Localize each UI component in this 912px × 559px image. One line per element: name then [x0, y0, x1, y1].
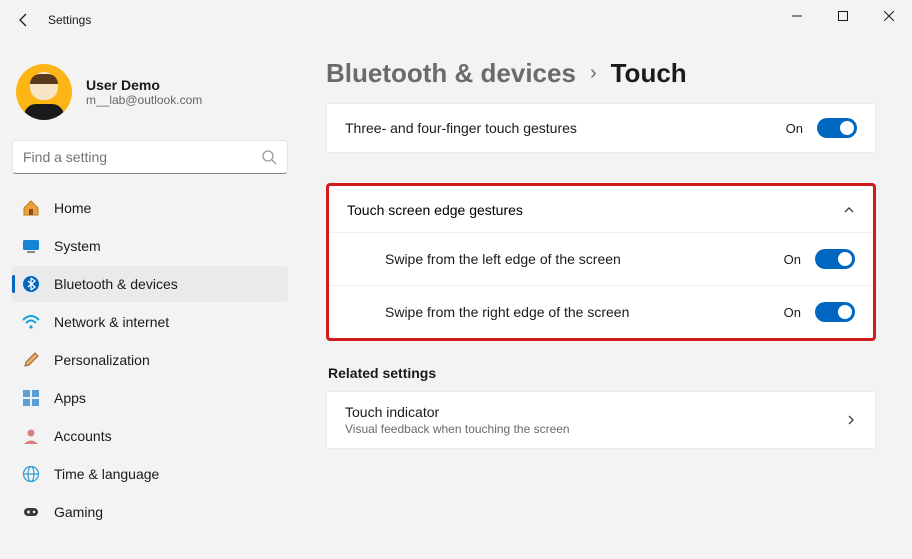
wifi-icon: [22, 313, 40, 331]
breadcrumb-parent[interactable]: Bluetooth & devices: [326, 58, 576, 89]
user-name: User Demo: [86, 77, 202, 93]
search-icon: [261, 149, 277, 165]
back-button[interactable]: [4, 0, 44, 40]
sidebar-item-time-language[interactable]: Time & language: [12, 456, 288, 492]
sidebar-item-personalization[interactable]: Personalization: [12, 342, 288, 378]
sidebar-item-apps[interactable]: Apps: [12, 380, 288, 416]
nav-label: Time & language: [54, 466, 159, 482]
breadcrumb-current: Touch: [611, 58, 687, 89]
window-title: Settings: [48, 13, 91, 27]
setting-multifinger: Three- and four-finger touch gestures On: [326, 103, 876, 153]
search-input[interactable]: [23, 149, 261, 165]
user-block[interactable]: User Demo m__lab@outlook.com: [16, 64, 288, 120]
nav-label: Bluetooth & devices: [54, 276, 178, 292]
related-title: Touch indicator: [345, 404, 570, 420]
home-icon: [22, 199, 40, 217]
user-email: m__lab@outlook.com: [86, 93, 202, 107]
setting-label: Three- and four-finger touch gestures: [345, 120, 577, 136]
sidebar-item-system[interactable]: System: [12, 228, 288, 264]
setting-swipe-right: Swipe from the right edge of the screen …: [329, 286, 873, 338]
nav-label: Gaming: [54, 504, 103, 520]
toggle-swipe-right[interactable]: [815, 302, 855, 322]
nav-label: Home: [54, 200, 91, 216]
sidebar-item-accounts[interactable]: Accounts: [12, 418, 288, 454]
sidebar: User Demo m__lab@outlook.com Home System…: [0, 40, 300, 559]
sidebar-item-gaming[interactable]: Gaming: [12, 494, 288, 530]
expander-title: Touch screen edge gestures: [347, 202, 523, 218]
chevron-right-icon: [845, 414, 857, 426]
highlighted-section: Touch screen edge gestures Swipe from th…: [326, 183, 876, 341]
nav-label: Apps: [54, 390, 86, 406]
setting-label: Swipe from the right edge of the screen: [385, 304, 629, 320]
content: Bluetooth & devices › Touch Three- and f…: [300, 40, 912, 559]
chevron-right-icon: ›: [590, 62, 597, 85]
apps-icon: [22, 389, 40, 407]
avatar: [16, 64, 72, 120]
gaming-icon: [22, 503, 40, 521]
setting-swipe-left: Swipe from the left edge of the screen O…: [329, 233, 873, 285]
toggle-state-label: On: [784, 252, 801, 267]
expander-edge-gestures[interactable]: Touch screen edge gestures: [329, 186, 873, 232]
sidebar-item-bluetooth-devices[interactable]: Bluetooth & devices: [12, 266, 288, 302]
brush-icon: [22, 351, 40, 369]
system-icon: [22, 237, 40, 255]
related-subtitle: Visual feedback when touching the screen: [345, 422, 570, 436]
globe-icon: [22, 465, 40, 483]
section-title-related: Related settings: [328, 365, 876, 381]
toggle-state-label: On: [784, 305, 801, 320]
toggle-state-label: On: [786, 121, 803, 136]
chevron-up-icon: [843, 204, 855, 216]
window-controls: [774, 0, 912, 32]
bluetooth-icon: [22, 275, 40, 293]
related-touch-indicator[interactable]: Touch indicator Visual feedback when tou…: [326, 391, 876, 449]
maximize-button[interactable]: [820, 0, 866, 32]
breadcrumb: Bluetooth & devices › Touch: [326, 58, 876, 89]
sidebar-item-network[interactable]: Network & internet: [12, 304, 288, 340]
nav-label: Personalization: [54, 352, 150, 368]
close-button[interactable]: [866, 0, 912, 32]
toggle-swipe-left[interactable]: [815, 249, 855, 269]
minimize-button[interactable]: [774, 0, 820, 32]
nav-label: Network & internet: [54, 314, 169, 330]
nav: Home System Bluetooth & devices Network …: [12, 190, 288, 530]
sidebar-item-home[interactable]: Home: [12, 190, 288, 226]
nav-label: Accounts: [54, 428, 112, 444]
toggle-multifinger[interactable]: [817, 118, 857, 138]
arrow-left-icon: [16, 12, 32, 28]
nav-label: System: [54, 238, 101, 254]
search-box[interactable]: [12, 140, 288, 174]
setting-label: Swipe from the left edge of the screen: [385, 251, 621, 267]
accounts-icon: [22, 427, 40, 445]
